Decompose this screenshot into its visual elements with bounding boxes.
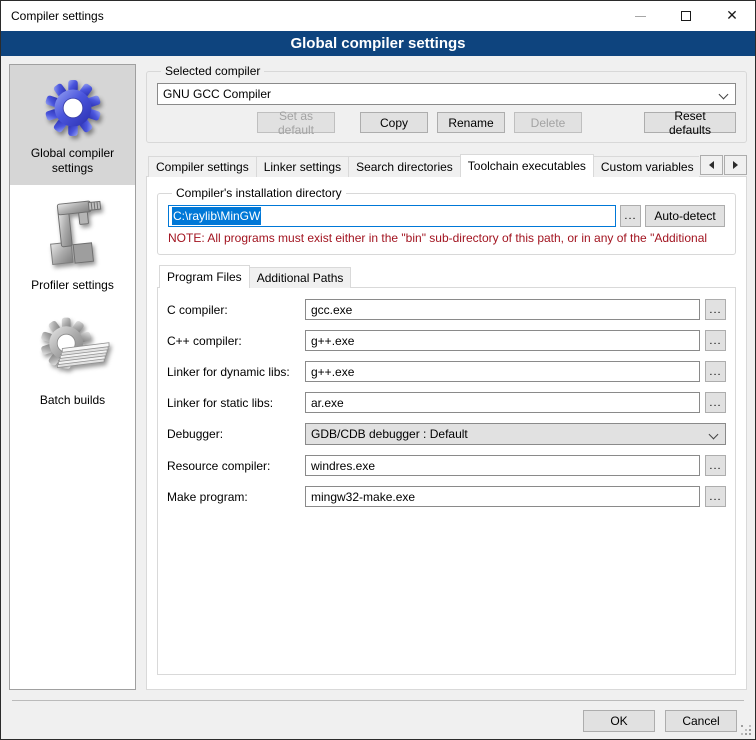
footer: OK Cancel xyxy=(9,701,747,732)
installation-directory-legend: Compiler's installation directory xyxy=(172,186,346,200)
titlebar[interactable]: Compiler settings ✕ xyxy=(1,1,755,31)
tabstrip: Compiler settings Linker settings Search… xyxy=(146,154,747,177)
settings-category-list: Global compiler settings xyxy=(9,64,136,690)
dynamic-linker-input[interactable] xyxy=(305,361,700,382)
field-label: C++ compiler: xyxy=(167,334,305,348)
sidebar-item-label: Global compiler settings xyxy=(13,146,132,176)
sidebar-item-batch-builds[interactable]: Batch builds xyxy=(10,302,135,417)
program-files-page: C compiler: ... C++ compiler: ... xyxy=(157,287,736,675)
static-linker-input[interactable] xyxy=(305,392,700,413)
settings-notebook: Compiler settings Linker settings Search… xyxy=(146,154,747,690)
ok-button[interactable]: OK xyxy=(583,710,655,732)
window-title: Compiler settings xyxy=(1,9,617,23)
selected-compiler-legend: Selected compiler xyxy=(161,64,264,78)
cancel-button[interactable]: Cancel xyxy=(665,710,737,732)
close-icon: ✕ xyxy=(726,9,738,23)
chevron-down-icon xyxy=(709,430,719,440)
tab-linker-settings[interactable]: Linker settings xyxy=(256,156,349,177)
arrow-right-icon xyxy=(733,161,738,169)
field-label: C compiler: xyxy=(167,303,305,317)
compiler-settings-dialog: Compiler settings ✕ Global compiler sett… xyxy=(0,0,756,740)
dynamic-linker-browse-button[interactable]: ... xyxy=(705,361,726,382)
sidebar-item-label: Batch builds xyxy=(13,393,132,408)
resource-compiler-input[interactable] xyxy=(305,455,700,476)
field-label: Linker for dynamic libs: xyxy=(167,365,305,379)
auto-detect-button[interactable]: Auto-detect xyxy=(645,205,725,227)
tab-scroll-right-button[interactable] xyxy=(724,155,747,175)
installation-directory-input[interactable]: C:\raylib\MinGW xyxy=(168,205,616,227)
static-linker-browse-button[interactable]: ... xyxy=(705,392,726,413)
make-program-browse-button[interactable]: ... xyxy=(705,486,726,507)
selected-path-text: C:\raylib\MinGW xyxy=(172,207,261,225)
gear-blue-icon xyxy=(42,77,104,139)
minimize-icon xyxy=(635,16,646,17)
field-row-static-linker: Linker for static libs: ... xyxy=(167,392,726,413)
gear-stack-icon xyxy=(34,314,112,386)
sidebar-item-label: Profiler settings xyxy=(13,278,132,293)
tab-custom-variables[interactable]: Custom variables xyxy=(593,156,699,177)
field-row-dynamic-linker: Linker for dynamic libs: ... xyxy=(167,361,726,382)
page-title: Global compiler settings xyxy=(1,31,755,56)
c-compiler-input[interactable] xyxy=(305,299,700,320)
cpp-compiler-browse-button[interactable]: ... xyxy=(705,330,726,351)
field-row-debugger: Debugger: GDB/CDB debugger : Default xyxy=(167,423,726,445)
field-label: Resource compiler: xyxy=(167,459,305,473)
chevron-down-icon xyxy=(719,90,729,100)
resize-grip[interactable] xyxy=(741,725,753,737)
field-label: Debugger: xyxy=(167,427,305,441)
programs-notebook: Program Files Additional Paths C compile… xyxy=(157,265,736,675)
maximize-icon xyxy=(681,11,691,21)
arrow-left-icon xyxy=(709,161,714,169)
close-button[interactable]: ✕ xyxy=(709,1,755,31)
copy-button[interactable]: Copy xyxy=(360,112,428,133)
cpp-compiler-input[interactable] xyxy=(305,330,700,351)
sidebar-item-profiler-settings[interactable]: Profiler settings xyxy=(10,185,135,302)
c-compiler-browse-button[interactable]: ... xyxy=(705,299,726,320)
set-as-default-button[interactable]: Set as default xyxy=(257,112,335,133)
field-label: Make program: xyxy=(167,490,305,504)
resource-compiler-browse-button[interactable]: ... xyxy=(705,455,726,476)
tab-compiler-settings[interactable]: Compiler settings xyxy=(148,156,257,177)
bin-subdirectory-note: NOTE: All programs must exist either in … xyxy=(168,231,725,245)
field-row-make-program: Make program: ... xyxy=(167,486,726,507)
sidebar-item-global-compiler-settings[interactable]: Global compiler settings xyxy=(10,65,135,185)
compiler-select[interactable]: GNU GCC Compiler xyxy=(157,83,736,105)
window-controls: ✕ xyxy=(617,1,755,31)
compiler-actions: Set as default Copy Rename Delete Reset … xyxy=(157,112,736,133)
toolchain-executables-page: Compiler's installation directory C:\ray… xyxy=(146,176,747,690)
caliper-icon xyxy=(38,197,108,271)
tab-scroll-left-button[interactable] xyxy=(700,155,723,175)
delete-button[interactable]: Delete xyxy=(514,112,582,133)
reset-defaults-button[interactable]: Reset defaults xyxy=(644,112,736,133)
installation-directory-browse-button[interactable]: ... xyxy=(620,205,641,227)
selected-compiler-group: Selected compiler GNU GCC Compiler Set a… xyxy=(146,64,747,143)
installation-directory-group: Compiler's installation directory C:\ray… xyxy=(157,186,736,255)
tab-toolchain-executables[interactable]: Toolchain executables xyxy=(460,154,594,177)
field-label: Linker for static libs: xyxy=(167,396,305,410)
dialog-body: Global compiler settings xyxy=(1,56,755,739)
tab-program-files[interactable]: Program Files xyxy=(159,265,250,288)
debugger-select-value: GDB/CDB debugger : Default xyxy=(311,427,468,441)
maximize-button[interactable] xyxy=(663,1,709,31)
tab-search-directories[interactable]: Search directories xyxy=(348,156,461,177)
make-program-input[interactable] xyxy=(305,486,700,507)
minimize-button[interactable] xyxy=(617,1,663,31)
main-panel: Selected compiler GNU GCC Compiler Set a… xyxy=(146,64,747,690)
field-row-cpp-compiler: C++ compiler: ... xyxy=(167,330,726,351)
field-row-c-compiler: C compiler: ... xyxy=(167,299,726,320)
debugger-select[interactable]: GDB/CDB debugger : Default xyxy=(305,423,726,445)
rename-button[interactable]: Rename xyxy=(437,112,505,133)
compiler-select-value: GNU GCC Compiler xyxy=(163,87,271,101)
tab-additional-paths[interactable]: Additional Paths xyxy=(249,267,352,288)
field-row-resource-compiler: Resource compiler: ... xyxy=(167,455,726,476)
